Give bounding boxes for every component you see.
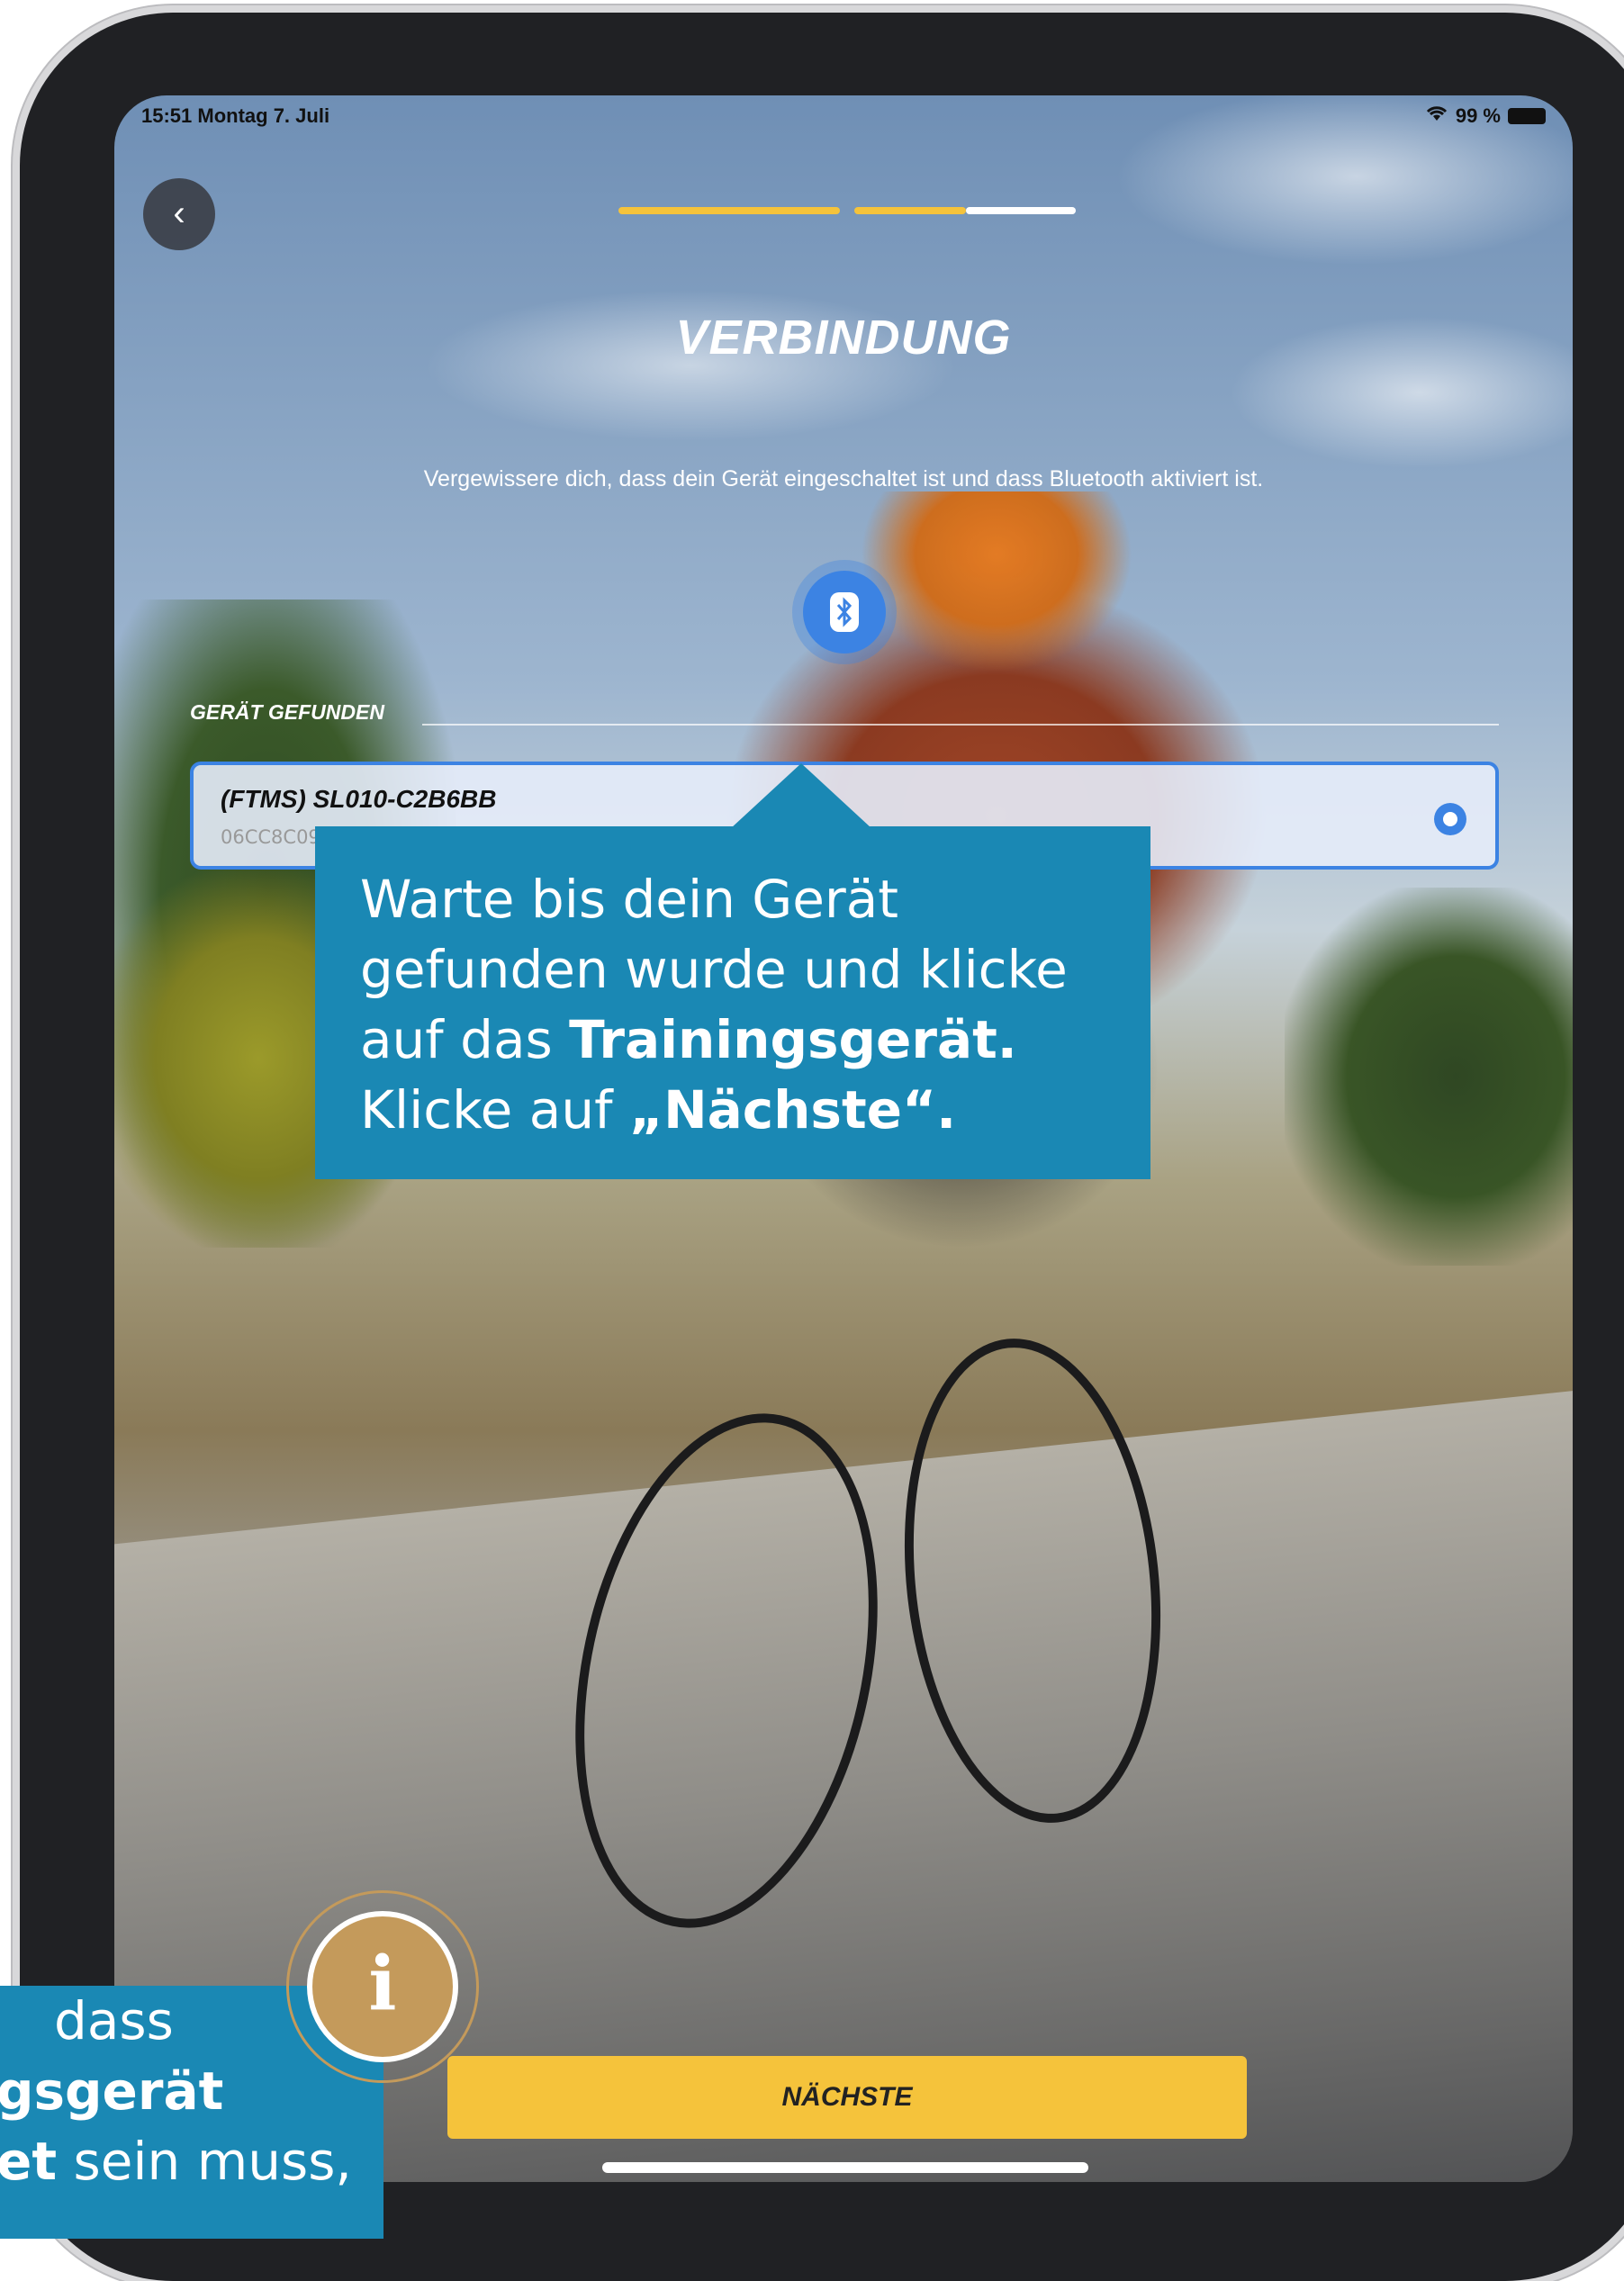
- status-bar: 15:51 Montag 7. Juli 99 %: [114, 95, 1573, 135]
- status-time: 15:51 Montag 7. Juli: [141, 104, 330, 127]
- found-section-divider: [422, 724, 1499, 726]
- progress-segment-2-remaining: [966, 207, 1076, 214]
- bluetooth-glyph: [830, 592, 859, 632]
- info-icon: i: [307, 1911, 458, 2062]
- instruction-callout: Warte bis dein Gerät gefunden wurde und …: [315, 826, 1150, 1179]
- callout-line-2: gefunden wurde und klicke: [360, 939, 1068, 1000]
- callout-line-4-text: Klicke auf: [360, 1079, 629, 1140]
- side-callout-line-3-text: sein muss,: [57, 2131, 352, 2192]
- bluetooth-icon: [803, 571, 886, 654]
- battery-icon: [1508, 108, 1546, 124]
- callout-line-3-bold: Trainingsgerät.: [569, 1009, 1017, 1070]
- progress-segment-1: [618, 207, 840, 214]
- callout-line-1: Warte bis dein Gerät: [360, 869, 899, 930]
- device-selected-radio[interactable]: [1434, 803, 1466, 835]
- callout-line-3-text: auf das: [360, 1009, 570, 1070]
- side-callout-line-3: et sein muss,: [0, 2126, 352, 2196]
- found-section-label: GERÄT GEFUNDEN: [190, 700, 384, 724]
- wifi-icon: [1425, 104, 1448, 128]
- home-indicator: [602, 2162, 1088, 2173]
- side-callout-line-2: gsgerät: [0, 2060, 224, 2122]
- info-badge-ring: i: [286, 1890, 479, 2083]
- progress-segment-2-done: [854, 207, 966, 214]
- side-callout-line-3-bold: et: [0, 2131, 58, 2192]
- device-name: (FTMS) SL010-C2B6BB: [221, 785, 497, 813]
- battery-percent: 99 %: [1455, 104, 1501, 127]
- page-subtitle: Vergewissere dich, dass dein Gerät einge…: [423, 466, 1264, 491]
- side-callout-line-1: dass: [54, 1990, 174, 2051]
- callout-line-3: auf das Trainingsgerät.: [360, 1005, 1105, 1075]
- callout-line-4-bold: „Nächste“.: [628, 1079, 957, 1140]
- back-button[interactable]: ‹: [143, 178, 215, 250]
- next-button[interactable]: NÄCHSTE: [447, 2056, 1247, 2139]
- page-title: VERBINDUNG: [675, 311, 1012, 365]
- callout-line-4: Klicke auf „Nächste“.: [360, 1075, 1105, 1145]
- status-battery: 99 %: [1425, 104, 1546, 128]
- tooltip-arrow: [731, 763, 871, 828]
